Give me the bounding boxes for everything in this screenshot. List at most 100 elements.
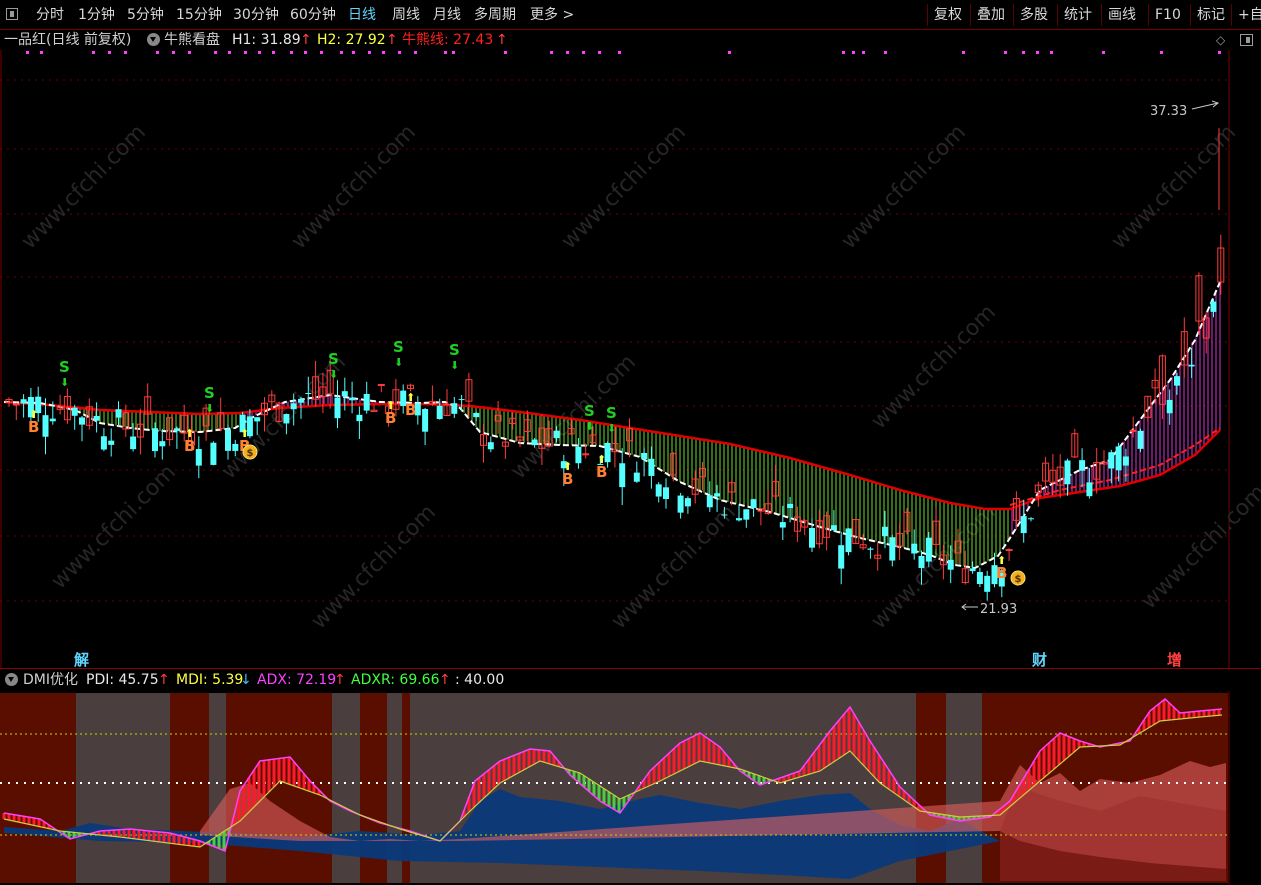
signal-dot	[842, 51, 845, 54]
candle-body-down	[663, 487, 669, 500]
toolbar-button[interactable]: 叠加	[977, 0, 1005, 30]
candle-body-down	[1122, 456, 1129, 466]
candle-body-down	[911, 543, 918, 554]
toolbar-button[interactable]: 统计	[1064, 0, 1092, 30]
money-bag-symbol: $	[1015, 574, 1022, 585]
period-tab[interactable]: 1分钟	[78, 0, 115, 30]
price-chart[interactable]: www.cfchi.com www.cfchi.com www.cfchi.com w…	[0, 50, 1261, 668]
toolbar-button[interactable]: F10	[1155, 0, 1181, 30]
signal-dot	[382, 51, 385, 54]
candle-body-down	[830, 525, 837, 531]
signal-dot	[272, 51, 275, 54]
event-jie-label[interactable]: 解	[74, 651, 89, 668]
arrow-up-icon: ↑	[334, 672, 346, 688]
dmi-level-value: : 40.00	[455, 672, 505, 688]
toolbar-separator	[1013, 4, 1014, 26]
period-tab[interactable]: 30分钟	[233, 0, 279, 30]
candle-body-down	[290, 403, 297, 410]
toolbar-button[interactable]: 画线	[1108, 0, 1136, 30]
candle-body-down	[108, 440, 115, 445]
signal-dot	[884, 51, 887, 54]
candle-body-down	[422, 409, 429, 432]
period-tab[interactable]: 5分钟	[127, 0, 164, 30]
period-toolbar: 分时 1分钟 5分钟 15分钟 30分钟 60分钟 日线 周线 月线 多周期 更多 > 复权 叠加 多股…	[0, 0, 1261, 30]
watermark-text: www.cfchi.com	[837, 120, 971, 254]
event-cai-label[interactable]: 财	[1032, 651, 1047, 668]
candle-body-down	[553, 430, 560, 439]
candle-body-down	[677, 495, 684, 513]
candle-body-down	[254, 417, 261, 422]
dropdown-icon[interactable]	[5, 673, 18, 686]
dmi-chart[interactable]	[0, 691, 1261, 885]
candle-body-down	[641, 452, 648, 460]
signal-dot	[504, 51, 507, 54]
candle-body-down	[889, 537, 896, 561]
arrow-up-icon: ↑	[300, 32, 312, 48]
event-zeng-label[interactable]: 增	[1167, 651, 1182, 668]
candle-body-up	[1129, 429, 1137, 432]
candle-body-down	[487, 442, 494, 450]
buy-signal: B	[405, 401, 416, 419]
period-tab[interactable]: 15分钟	[176, 0, 222, 30]
candle-body-down	[210, 442, 217, 465]
candle-body-down	[20, 399, 27, 404]
period-tab[interactable]: 日线	[348, 0, 376, 30]
signal-dot	[258, 51, 261, 54]
toolbar-button[interactable]: 多股	[1020, 0, 1048, 30]
dmi-indicator-name: DMI优化	[23, 672, 78, 688]
candle-body-down	[743, 509, 750, 520]
high-price-label: 37.33	[1150, 104, 1187, 119]
candle-body-down	[473, 412, 480, 418]
dropdown-icon[interactable]	[147, 33, 160, 46]
arrow-up-icon: ↑	[439, 672, 451, 688]
candle-body-down	[706, 495, 713, 508]
arrow-down-icon: ↓	[240, 672, 252, 688]
candle-body-down	[349, 397, 356, 401]
window-icon[interactable]	[6, 8, 18, 20]
candle-body-down	[809, 528, 815, 548]
money-bag-symbol: $	[247, 448, 254, 459]
candle-body-down	[225, 429, 231, 451]
candle-body-down	[1188, 364, 1195, 367]
candle-body-down	[655, 484, 662, 497]
candle-body-down	[838, 545, 845, 569]
buy-signal: B	[596, 463, 607, 481]
candle-body-down	[232, 444, 239, 451]
toolbar-separator	[1190, 4, 1191, 26]
signal-dot	[26, 51, 29, 54]
dmi-header: DMI优化 PDI: 45.75 ↑ MDI: 5.39 ↓ ADX: 72.1…	[0, 669, 1261, 691]
signal-dot	[124, 51, 127, 54]
signal-dots	[26, 51, 1221, 54]
period-tab[interactable]: 月线	[433, 0, 461, 30]
toolbar-button[interactable]: 复权	[934, 0, 962, 30]
maximize-icon[interactable]	[1240, 34, 1253, 46]
buy-signal: B	[385, 409, 396, 427]
toolbar-separator	[1101, 4, 1102, 26]
buy-signal: B	[28, 418, 39, 436]
candle-body-down	[1020, 516, 1027, 534]
period-tab[interactable]: 周线	[392, 0, 420, 30]
pdi-value: PDI: 45.75	[86, 672, 159, 688]
toolbar-button[interactable]: 标记	[1197, 0, 1225, 30]
signal-dot	[398, 51, 401, 54]
signal-dot	[108, 51, 111, 54]
signal-dot	[550, 51, 553, 54]
period-tab[interactable]: 更多 >	[530, 0, 574, 30]
period-tab[interactable]: 60分钟	[290, 0, 336, 30]
candle-body-down	[356, 414, 363, 422]
watermark-text: www.cfchi.com	[47, 460, 181, 594]
signal-dot	[1036, 51, 1039, 54]
candle-body-down	[1086, 482, 1093, 497]
diamond-icon[interactable]: ◇	[1216, 30, 1225, 50]
arrow-up-icon: ↑	[386, 32, 398, 48]
signal-dot	[582, 51, 585, 54]
period-tab[interactable]: 多周期	[474, 0, 516, 30]
period-tab[interactable]: 分时	[36, 0, 64, 30]
candle-body-down	[714, 493, 721, 497]
candle-body-down	[787, 503, 794, 509]
candle-body-down	[130, 436, 137, 450]
candle-body-down	[882, 526, 888, 537]
toolbar-button[interactable]: +自	[1238, 0, 1261, 30]
candle-body-down	[633, 472, 640, 482]
candle-body-down	[531, 439, 538, 446]
